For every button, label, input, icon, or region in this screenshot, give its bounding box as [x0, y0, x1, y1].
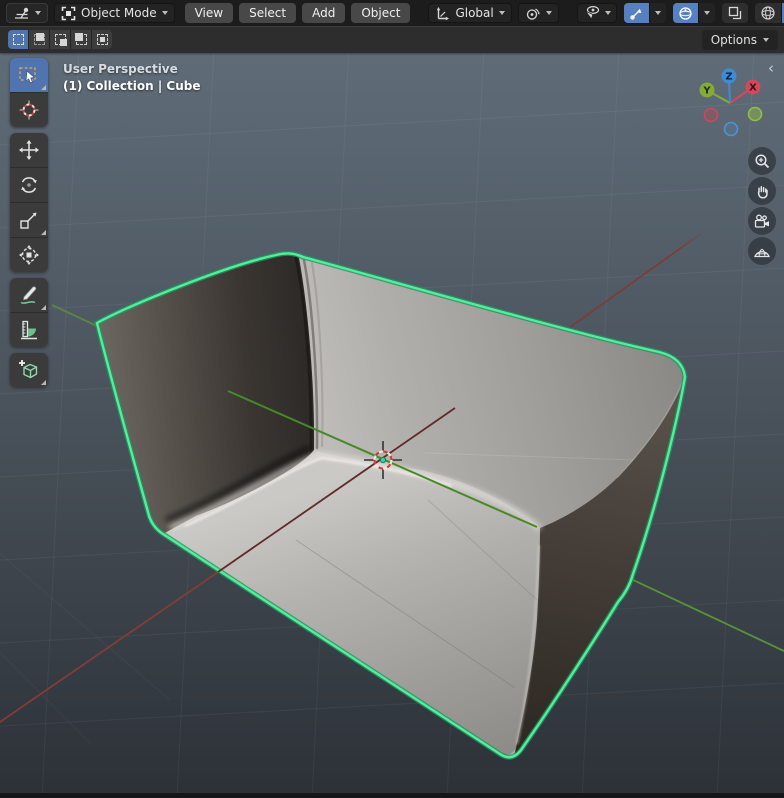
tool-transform[interactable] [10, 237, 48, 272]
header-right-cluster [577, 3, 784, 23]
measure-icon [18, 319, 40, 341]
sidebar-toggle[interactable]: ‹ [768, 61, 774, 76]
subtool-indicator [41, 85, 46, 90]
pivot-point-icon [525, 6, 541, 21]
xray-toggle[interactable] [722, 3, 748, 23]
show-overlays-toggle[interactable] [673, 3, 698, 23]
scale-icon [18, 209, 40, 231]
options-dropdown[interactable]: Options [702, 30, 778, 50]
navigation-gizmo[interactable]: Z Y X [695, 62, 775, 142]
select-mode-set[interactable] [8, 30, 28, 49]
add-cube-icon [17, 358, 41, 382]
tool-measure[interactable] [10, 312, 48, 347]
tool-settings-bar: Options [0, 26, 784, 53]
chevron-down-icon [162, 11, 168, 15]
show-object-types-icon [583, 5, 600, 21]
hand-icon [754, 183, 771, 200]
select-subtract-icon [55, 34, 66, 45]
chevron-down-icon [35, 11, 41, 15]
viewport-gizmos-icon [629, 6, 644, 21]
select-mode-group [8, 30, 112, 49]
view-perspective-label: User Perspective [63, 61, 200, 78]
subtool-indicator [41, 230, 46, 235]
overlays-group [673, 3, 715, 23]
select-box-icon [18, 65, 40, 85]
transform-icon [18, 244, 40, 266]
blender-window: Object Mode View Select Add Object Globa… [0, 0, 784, 798]
status-bar-edge [0, 793, 784, 798]
zoom-button[interactable] [748, 147, 776, 175]
options-label: Options [711, 33, 757, 47]
menu-select[interactable]: Select [239, 3, 296, 23]
viewport-canvas[interactable] [0, 0, 784, 798]
tool-cursor[interactable] [10, 92, 48, 127]
select-mode-subtract[interactable] [50, 30, 70, 49]
viewport-overlay-text: User Perspective (1) Collection | Cube [63, 61, 200, 95]
editor-type-dropdown[interactable] [6, 3, 48, 23]
rotate-icon [18, 174, 40, 196]
header-menus: View Select Add Object [185, 3, 411, 23]
gizmo-y-label: Y [702, 86, 711, 97]
transform-orientation-dropdown[interactable]: Global [428, 3, 511, 23]
zoom-icon [754, 153, 771, 170]
menu-view[interactable]: View [185, 3, 233, 23]
tool-add-cube[interactable] [10, 353, 48, 387]
overlays-options-dropdown[interactable] [698, 3, 715, 23]
chevron-down-icon [605, 11, 611, 15]
active-collection-object-label: (1) Collection | Cube [63, 78, 200, 95]
gizmo-x-label: X [749, 83, 757, 94]
chevron-down-icon [704, 11, 710, 15]
tool-rotate[interactable] [10, 167, 48, 202]
select-set-icon [13, 34, 24, 45]
toolbar [10, 58, 48, 387]
menu-add[interactable]: Add [302, 3, 345, 23]
chevron-down-icon [655, 11, 661, 15]
select-extend-icon [34, 34, 45, 45]
tool-annotate[interactable] [10, 278, 48, 312]
perspective-grid-icon [753, 243, 771, 259]
select-mode-extend[interactable] [29, 30, 49, 49]
annotate-pen-icon [18, 284, 40, 306]
shading-mode-group [755, 3, 784, 23]
subtool-indicator [41, 305, 46, 310]
overlays-icon [678, 6, 693, 21]
orientation-axes-icon [435, 6, 450, 21]
chevron-down-icon [499, 11, 505, 15]
tool-select-box[interactable] [10, 58, 48, 92]
select-mode-invert[interactable] [71, 30, 91, 49]
viewport-header: Object Mode View Select Add Object Globa… [0, 0, 784, 26]
gizmo-axis-z-neg[interactable] [725, 123, 738, 136]
gizmo-options-dropdown[interactable] [649, 3, 666, 23]
gizmo-axis-y-neg[interactable] [749, 108, 762, 121]
toggle-xray-icon [727, 5, 743, 21]
mode-label: Object Mode [81, 6, 157, 20]
menu-object[interactable]: Object [351, 3, 410, 23]
gizmo-z-label: Z [725, 72, 732, 83]
chevron-down-icon [763, 38, 769, 42]
subtool-indicator [41, 380, 46, 385]
select-mode-intersect[interactable] [92, 30, 112, 49]
gizmo-axis-x-neg[interactable] [705, 109, 718, 122]
object-mode-icon [61, 6, 76, 21]
tool-scale[interactable] [10, 202, 48, 237]
move-icon [18, 139, 40, 161]
chevron-down-icon [546, 11, 552, 15]
object-visibility-dropdown[interactable] [577, 3, 617, 23]
show-gizmo-toggle[interactable] [624, 3, 649, 23]
tool-move[interactable] [10, 133, 48, 167]
camera-view-button[interactable] [748, 207, 776, 235]
gizmos-group [624, 3, 666, 23]
mode-dropdown[interactable]: Object Mode [54, 3, 175, 23]
3d-cursor-tool-icon [18, 99, 40, 121]
orientation-label: Global [455, 6, 493, 20]
wireframe-sphere-icon [760, 5, 776, 21]
camera-icon [753, 213, 771, 230]
3d-viewport-editor-icon [13, 6, 31, 21]
select-intersect-icon [97, 34, 108, 45]
toggle-projection-button[interactable] [748, 237, 776, 265]
pan-button[interactable] [748, 177, 776, 205]
pivot-point-dropdown[interactable] [518, 3, 559, 23]
select-invert-icon [76, 34, 87, 45]
shading-wireframe-button[interactable] [755, 3, 781, 23]
